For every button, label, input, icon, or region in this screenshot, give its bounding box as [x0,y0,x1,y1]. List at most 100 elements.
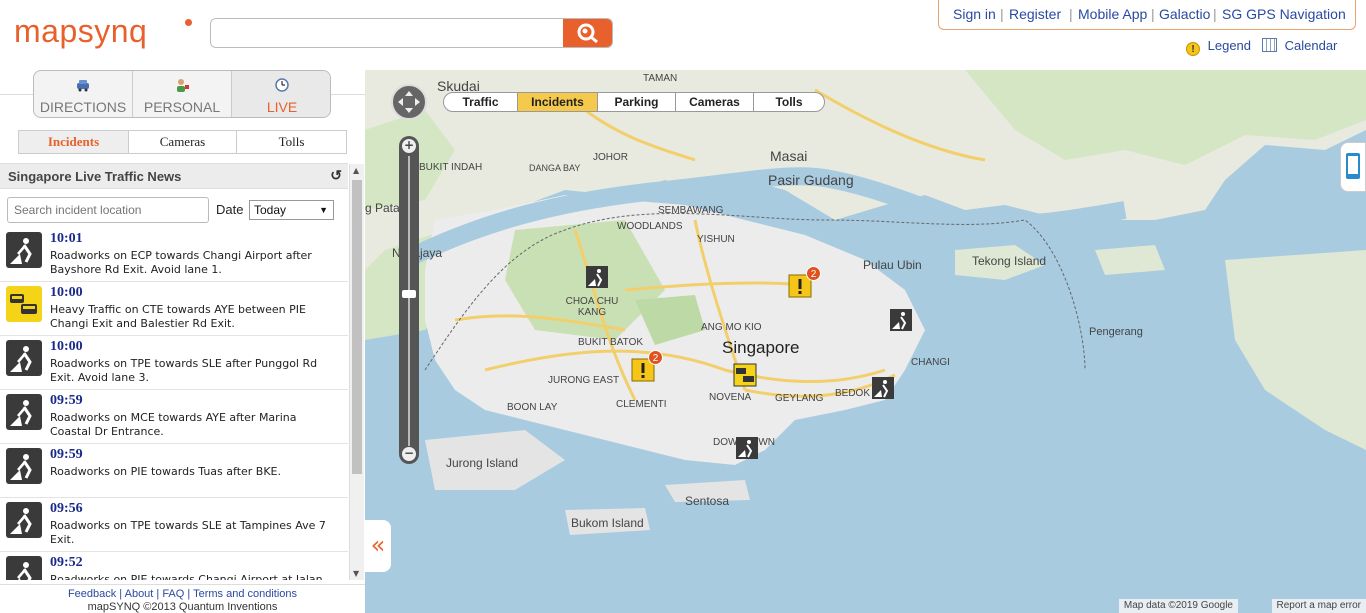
roadworks-marker-icon[interactable] [871,376,895,400]
legend-link[interactable]: ! Legend [1186,38,1251,56]
roadworks-marker-icon[interactable] [889,308,913,332]
copyright: mapSYNQ ©2013 Quantum Inventions [87,601,278,613]
scroll-up-icon[interactable]: ▲ [353,166,359,175]
sign-in-link[interactable]: Sign in [953,6,996,22]
map-label: TAMAN [643,73,678,84]
mobile-app-link[interactable]: Mobile App [1078,6,1147,22]
collapse-panel-button[interactable]: « [365,520,391,572]
cluster-badge[interactable]: 2 [806,266,821,281]
date-select[interactable]: Today ▼ [249,200,334,220]
date-label: Date [216,202,244,217]
phone-icon [1346,153,1360,179]
roadworks-icon [6,502,42,538]
separator: | [1000,6,1004,22]
incident-time: 09:59 [50,393,83,408]
map-label: CHOA CHU KANG [565,296,619,318]
zoom-knob[interactable] [402,290,416,298]
map-label: Pulau Ubin [863,258,922,272]
tab-live[interactable]: LIVE [232,71,330,117]
map-label: GEYLANG [775,393,824,404]
incident-description: Roadworks on TPE towards SLE after Pungg… [50,357,318,384]
tab-personal[interactable]: PERSONAL [133,71,232,117]
map-label: NOVENA [709,392,752,403]
roadworks-icon [6,556,42,580]
separator: | [1213,6,1217,22]
search-input[interactable] [211,19,564,47]
incident-time: 10:01 [50,231,83,246]
header: mapsynq Sign in | Register | Mobile App … [0,0,1366,70]
roadworks-icon [6,394,42,430]
roadworks-icon [6,232,42,268]
list-item[interactable]: 09:56 Roadworks on TPE towards SLE at Tam… [0,498,348,552]
list-item[interactable]: 10:01 Roadworks on ECP towards Changi Air… [0,228,348,282]
heavy-traffic-marker-icon[interactable] [733,363,757,387]
mapsynq-app: mapsynq Sign in | Register | Mobile App … [0,0,1366,613]
scrollbar[interactable]: ▲ ▼ [349,164,364,580]
zoom-in-button[interactable]: + [402,139,416,153]
layer-tabs: Traffic Incidents Parking Cameras Tolls [443,92,825,112]
mobile-tab[interactable] [1340,142,1366,192]
tab-directions[interactable]: DIRECTIONS [34,71,133,117]
zoom-rail[interactable] [408,156,410,446]
report-map-error-link[interactable]: Report a map error [1271,599,1366,613]
top-links: Sign in | Register | Mobile App | Galact… [938,0,1356,30]
incident-description: Roadworks on PIE towards Tuas after BKE. [50,465,282,478]
zoom-slider[interactable]: + − [399,136,419,464]
map-label: Pengerang [1089,326,1143,338]
list-item[interactable]: 09:52 Roadworks on PIE towards Changi Air… [0,552,348,580]
map[interactable]: Skudai TAMAN JOHOR Masai Pasir Gudang BU… [365,70,1366,613]
roadworks-marker-icon[interactable] [585,265,609,289]
map-label: BEDOK [835,388,871,399]
map-label: YISHUN [697,234,735,245]
list-item[interactable]: 10:00 Heavy Traffic on CTE towards AYE be… [0,282,348,336]
left-panel: DIRECTIONS PERSONAL LIVE Incidents Camer… [0,70,365,613]
chevron-down-icon: ▼ [319,205,328,215]
list-item[interactable]: 10:00 Roadworks on TPE towards SLE after … [0,336,348,390]
layer-tab-traffic[interactable]: Traffic [444,93,518,111]
calendar-link[interactable]: Calendar [1262,38,1337,53]
logo[interactable]: mapsynq [14,13,147,50]
scroll-thumb[interactable] [352,180,362,474]
incident-time: 09:56 [50,501,83,516]
galactio-link[interactable]: Galactio [1159,6,1210,22]
cluster-badge[interactable]: 2 [648,350,663,365]
layer-tab-incidents[interactable]: Incidents [518,93,598,111]
tab-cameras[interactable]: Cameras [129,131,237,153]
tab-incidents[interactable]: Incidents [19,131,129,153]
sg-gps-link[interactable]: SG GPS Navigation [1222,6,1346,22]
pan-control[interactable] [391,84,427,120]
incident-description: Heavy Traffic on CTE towards AYE between… [50,303,306,330]
layer-tab-tolls[interactable]: Tolls [754,93,824,111]
list-item[interactable]: 09:59 Roadworks on MCE towards AYE after … [0,390,348,444]
refresh-icon[interactable]: ↺ [330,167,342,184]
scroll-down-icon[interactable]: ▼ [353,569,359,578]
map-label: Singapore [722,338,800,357]
zoom-out-button[interactable]: − [402,447,416,461]
list-item[interactable]: 09:59 Roadworks on PIE towards Tuas after… [0,444,348,498]
layer-tab-cameras[interactable]: Cameras [676,93,754,111]
map-label: Pasir Gudang [768,172,854,188]
car-icon [77,80,89,92]
incident-description: Roadworks on ECP towards Changi Airport … [50,249,312,276]
main-tabs: DIRECTIONS PERSONAL LIVE [33,70,331,118]
map-label: Masai [770,148,808,164]
divider [331,94,365,95]
tab-tolls[interactable]: Tolls [237,131,346,153]
incident-list: 10:01 Roadworks on ECP towards Changi Air… [0,228,348,580]
incident-search-input[interactable] [7,197,209,223]
divider [0,94,33,95]
register-link[interactable]: Register [1009,6,1061,22]
incident-description: Roadworks on PIE towards Changi Airport … [50,573,323,580]
map-label: JOHOR [593,152,628,163]
map-label: Tekong Island [972,254,1047,268]
news-header: Singapore Live Traffic News ↺ [0,163,348,189]
search-button[interactable] [563,19,612,47]
person-icon [177,79,189,92]
layer-tab-parking[interactable]: Parking [598,93,676,111]
roadworks-marker-icon[interactable] [735,436,759,460]
incident-time: 10:00 [50,339,83,354]
incident-time: 10:00 [50,285,83,300]
footer-links[interactable]: Feedback | About | FAQ | Terms and condi… [0,588,365,600]
map-data-attribution: Map data ©2019 Google [1118,599,1238,613]
logo-dot [185,19,192,26]
